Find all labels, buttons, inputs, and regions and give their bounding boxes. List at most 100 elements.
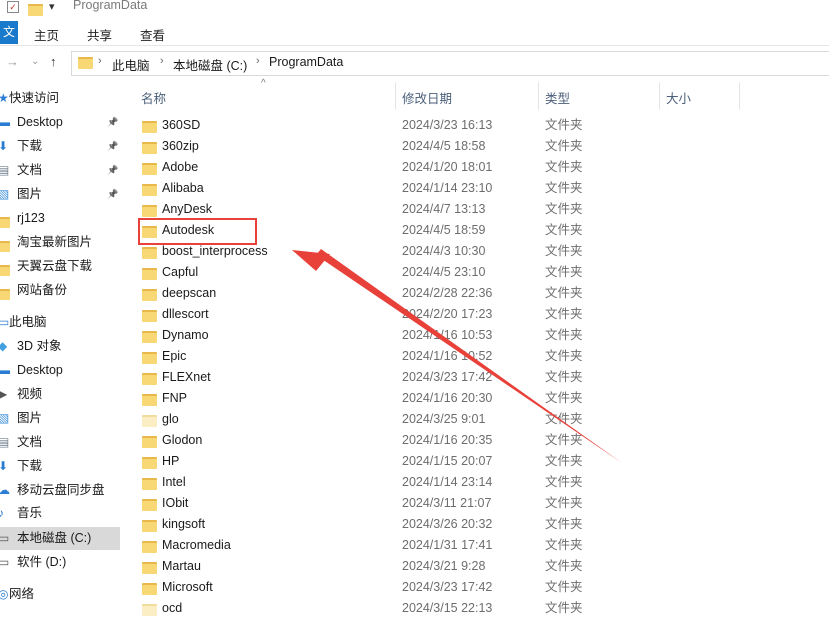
chevron-right-icon[interactable]: › — [256, 55, 260, 67]
sidebar-item[interactable]: ▶ 视频 — [0, 383, 120, 406]
file-name: Alibaba — [162, 181, 204, 195]
column-divider[interactable] — [659, 82, 660, 110]
file-name: 360SD — [162, 118, 201, 132]
file-name: Dynamo — [162, 328, 209, 342]
column-divider[interactable] — [395, 82, 396, 110]
file-date: 2024/1/16 10:53 — [402, 328, 493, 342]
sidebar-item[interactable]: ☁ 移动云盘同步盘 — [0, 479, 120, 502]
sidebar-item[interactable]: ▭ 软件 (D:) — [0, 551, 120, 574]
column-header-date[interactable]: 修改日期 — [402, 88, 452, 107]
tab-view[interactable]: 查看 — [140, 25, 165, 44]
file-row[interactable]: Glodon 2024/1/16 20:35 文件夹 — [123, 430, 829, 451]
file-row[interactable]: Martau 2024/3/21 9:28 文件夹 — [123, 556, 829, 577]
folder-icon[interactable] — [28, 4, 43, 19]
sidebar-item[interactable]: ▭ 此电脑 — [0, 311, 120, 334]
desktop-icon: ▬ — [0, 115, 10, 129]
address-bar[interactable]: › 此电脑 › 本地磁盘 (C:) › ProgramData — [71, 51, 829, 76]
file-name: Epic — [162, 349, 187, 363]
file-row[interactable]: FLEXnet 2024/3/23 17:42 文件夹 — [123, 367, 829, 388]
file-row[interactable]: Epic 2024/1/16 10:52 文件夹 — [123, 346, 829, 367]
file-row[interactable]: Microsoft 2024/3/23 17:42 文件夹 — [123, 577, 829, 598]
file-name: Martau — [162, 559, 201, 573]
customize-toolbar-dropdown[interactable]: ▾ — [49, 0, 55, 13]
column-divider[interactable] — [739, 82, 740, 110]
network-icon: ◎ — [0, 587, 9, 601]
file-row[interactable]: FNP 2024/1/16 20:30 文件夹 — [123, 388, 829, 409]
sidebar-item-label: 3D 对象 — [17, 339, 62, 353]
tab-file[interactable]: 文件 — [0, 21, 18, 44]
tab-home[interactable]: 主页 — [34, 25, 59, 44]
file-date: 2024/3/25 9:01 — [402, 412, 486, 426]
file-row[interactable]: 360SD 2024/3/23 16:13 文件夹 — [123, 115, 829, 136]
file-row[interactable]: Capful 2024/4/5 23:10 文件夹 — [123, 262, 829, 283]
file-row[interactable]: dllescort 2024/2/20 17:23 文件夹 — [123, 304, 829, 325]
file-row[interactable]: kingsoft 2024/3/26 20:32 文件夹 — [123, 514, 829, 535]
sidebar-item-label: 软件 (D:) — [17, 555, 67, 569]
sidebar-item[interactable]: ⬇ 下载 📌 — [0, 135, 120, 158]
file-row[interactable]: AnyDesk 2024/4/7 13:13 文件夹 — [123, 199, 829, 220]
sidebar-item[interactable]: ▧ 图片 — [0, 407, 120, 430]
file-name: kingsoft — [162, 517, 206, 531]
file-name: Microsoft — [162, 580, 213, 594]
file-name: Adobe — [162, 160, 199, 174]
sidebar-item[interactable]: ▤ 文档 — [0, 431, 120, 454]
file-row[interactable]: Intel 2024/1/14 23:14 文件夹 — [123, 472, 829, 493]
column-header-name[interactable]: 名称 — [141, 88, 166, 107]
file-row[interactable]: deepscan 2024/2/28 22:36 文件夹 — [123, 283, 829, 304]
sidebar-item[interactable]: ◆ 3D 对象 — [0, 335, 120, 358]
file-type: 文件夹 — [545, 370, 583, 384]
file-row[interactable]: Alibaba 2024/1/14 23:10 文件夹 — [123, 178, 829, 199]
chevron-right-icon[interactable]: › — [160, 55, 164, 67]
breadcrumb-programdata[interactable]: ProgramData — [269, 55, 343, 69]
column-divider[interactable] — [538, 82, 539, 110]
file-name: glo — [162, 412, 179, 426]
picture-icon: ▧ — [0, 187, 10, 201]
file-type: 文件夹 — [545, 475, 583, 489]
sidebar-item[interactable]: ★ 快速访问 — [0, 87, 120, 110]
file-name: 360zip — [162, 139, 199, 153]
up-arrow-icon[interactable]: ↑ — [50, 54, 57, 69]
sidebar-item-label: 图片 — [17, 411, 43, 425]
file-name: AnyDesk — [162, 202, 213, 216]
file-row[interactable]: Dynamo 2024/1/16 10:53 文件夹 — [123, 325, 829, 346]
sidebar-item[interactable]: 淘宝最新图片 — [0, 231, 120, 254]
properties-checkbox-icon[interactable]: ✓ — [7, 1, 19, 13]
breadcrumb-local-disk[interactable]: 本地磁盘 (C:) — [173, 55, 247, 74]
download-icon: ⬇ — [0, 139, 9, 153]
file-row[interactable]: ocd 2024/3/15 22:13 文件夹 — [123, 598, 829, 619]
tab-share[interactable]: 共享 — [87, 25, 112, 44]
sidebar-item-label: 移动云盘同步盘 — [17, 483, 105, 497]
sidebar-item[interactable]: ▬ Desktop — [0, 359, 120, 382]
sidebar-item-label: 网络 — [9, 587, 35, 601]
sidebar-item[interactable]: ▭ 本地磁盘 (C:) — [0, 527, 120, 550]
sidebar-item[interactable]: ◎ 网络 — [0, 583, 120, 606]
file-row[interactable]: Macromedia 2024/1/31 17:41 文件夹 — [123, 535, 829, 556]
column-header-size[interactable]: 大小 — [666, 88, 691, 107]
file-row[interactable]: glo 2024/3/25 9:01 文件夹 — [123, 409, 829, 430]
sidebar-item[interactable]: 网站备份 — [0, 279, 120, 302]
column-header-type[interactable]: 类型 — [545, 88, 570, 107]
sidebar-item[interactable]: ▧ 图片 📌 — [0, 183, 120, 206]
file-row[interactable]: 360zip 2024/4/5 18:58 文件夹 — [123, 136, 829, 157]
sidebar-item[interactable]: ▤ 文档 📌 — [0, 159, 120, 182]
file-row[interactable]: HP 2024/1/15 20:07 文件夹 — [123, 451, 829, 472]
file-date: 2024/2/28 22:36 — [402, 286, 493, 300]
sidebar-item[interactable]: ♪ 音乐 — [0, 502, 120, 525]
file-row[interactable]: IObit 2024/3/11 21:07 文件夹 — [123, 493, 829, 514]
file-date: 2024/4/3 10:30 — [402, 244, 486, 258]
sidebar-item-label: 视频 — [17, 387, 43, 401]
forward-arrow-icon[interactable]: → — [6, 54, 19, 69]
file-date: 2024/2/20 17:23 — [402, 307, 493, 321]
file-type: 文件夹 — [545, 181, 583, 195]
file-date: 2024/3/23 17:42 — [402, 370, 493, 384]
chevron-right-icon[interactable]: › — [98, 55, 102, 67]
sidebar-item[interactable]: 天翼云盘下载 — [0, 255, 120, 278]
sidebar-item[interactable]: ▬ Desktop 📌 — [0, 111, 120, 134]
sidebar-item[interactable]: ⬇ 下载 — [0, 455, 120, 478]
file-date: 2024/4/5 23:10 — [402, 265, 486, 279]
breadcrumb-this-pc[interactable]: 此电脑 — [112, 55, 150, 74]
sidebar-item[interactable]: rj123 — [0, 207, 120, 230]
picture-icon: ▧ — [0, 411, 10, 425]
file-row[interactable]: Adobe 2024/1/20 18:01 文件夹 — [123, 157, 829, 178]
recent-locations-chevron-icon[interactable]: ⌄ — [31, 56, 39, 67]
